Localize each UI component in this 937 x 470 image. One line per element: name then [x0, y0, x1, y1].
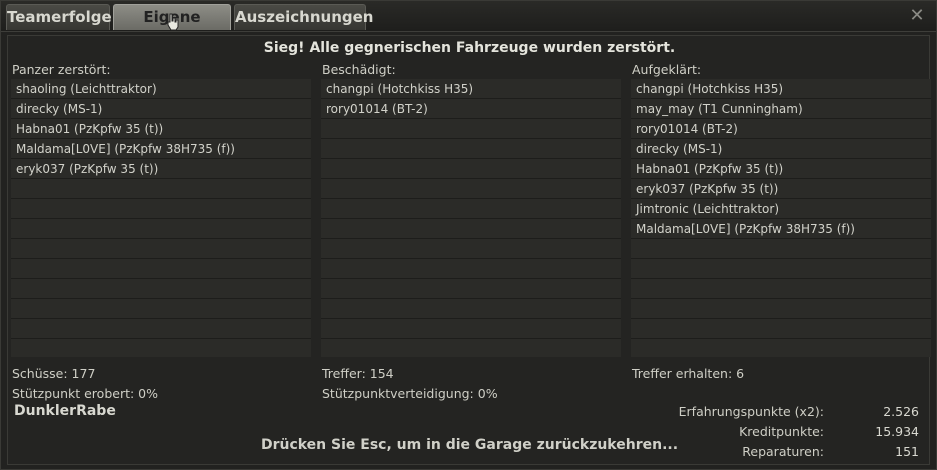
damaged-list: changpi (Hotchkiss H35) rory01014 (BT-2) [321, 79, 621, 357]
hand-cursor-icon [167, 13, 179, 31]
list-item: rory01014 (BT-2) [636, 122, 738, 136]
tab-team-results[interactable]: Teamerfolge [6, 4, 112, 30]
list-item: direcky (MS-1) [636, 142, 723, 156]
base-captured-stat: Stützpunkt erobert: 0% [12, 386, 158, 401]
tab-awards[interactable]: Auszeichnungen [234, 4, 373, 30]
list-item: changpi (Hotchkiss H35) [636, 82, 784, 96]
base-defense-stat: Stützpunktverteidigung: 0% [322, 386, 498, 401]
shots-stat: Schüsse: 177 [12, 366, 96, 381]
experience-value: 2.526 [883, 404, 919, 419]
results-window: Teamerfolge Eigene Erfolge Auszeichnunge… [0, 0, 937, 470]
list-item: rory01014 (BT-2) [326, 102, 428, 116]
spotted-list: changpi (Hotchkiss H35) may_may (T1 Cunn… [631, 79, 931, 357]
list-item: direcky (MS-1) [16, 102, 103, 116]
destroyed-list: shaoling (Leichttraktor) direcky (MS-1) … [11, 79, 311, 357]
list-item: Jimtronic (Leichttraktor) [636, 202, 780, 216]
list-item: shaoling (Leichttraktor) [16, 82, 157, 96]
spotted-header: Aufgeklärt: [632, 62, 702, 77]
close-icon[interactable]: ✕ [908, 7, 926, 25]
destroyed-header: Panzer zerstört: [12, 62, 111, 77]
return-to-garage-hint: Drücken Sie Esc, um in die Garage zurück… [260, 437, 679, 453]
experience-row: Erfahrungspunkte (x2): 2.526 [659, 402, 919, 422]
battle-result-message: Sieg! Alle gegnerischen Fahrzeuge wurden… [263, 40, 676, 56]
hits-received-stat: Treffer erhalten: 6 [632, 366, 745, 381]
list-item: may_may (T1 Cunningham) [636, 102, 803, 116]
list-item: Habna01 (PzKpfw 35 (t)) [16, 122, 164, 136]
list-item: Habna01 (PzKpfw 35 (t)) [636, 162, 784, 176]
rewards-summary: Erfahrungspunkte (x2): 2.526 Kreditpunkt… [659, 402, 919, 462]
list-item: changpi (Hotchkiss H35) [326, 82, 474, 96]
tab-bar: Teamerfolge Eigene Erfolge Auszeichnunge… [1, 1, 936, 51]
list-item: Maldama[L0VE] (PzKpfw 38H735 (f)) [636, 222, 855, 236]
list-item: eryk037 (PzKpfw 35 (t)) [16, 162, 159, 176]
experience-label: Erfahrungspunkte (x2): [678, 404, 824, 419]
list-item: eryk037 (PzKpfw 35 (t)) [636, 182, 779, 196]
damaged-header: Beschädigt: [322, 62, 396, 77]
hits-stat: Treffer: 154 [322, 366, 394, 381]
player-name: DunklerRabe [14, 403, 116, 419]
list-item: Maldama[L0VE] (PzKpfw 38H735 (f)) [16, 142, 235, 156]
